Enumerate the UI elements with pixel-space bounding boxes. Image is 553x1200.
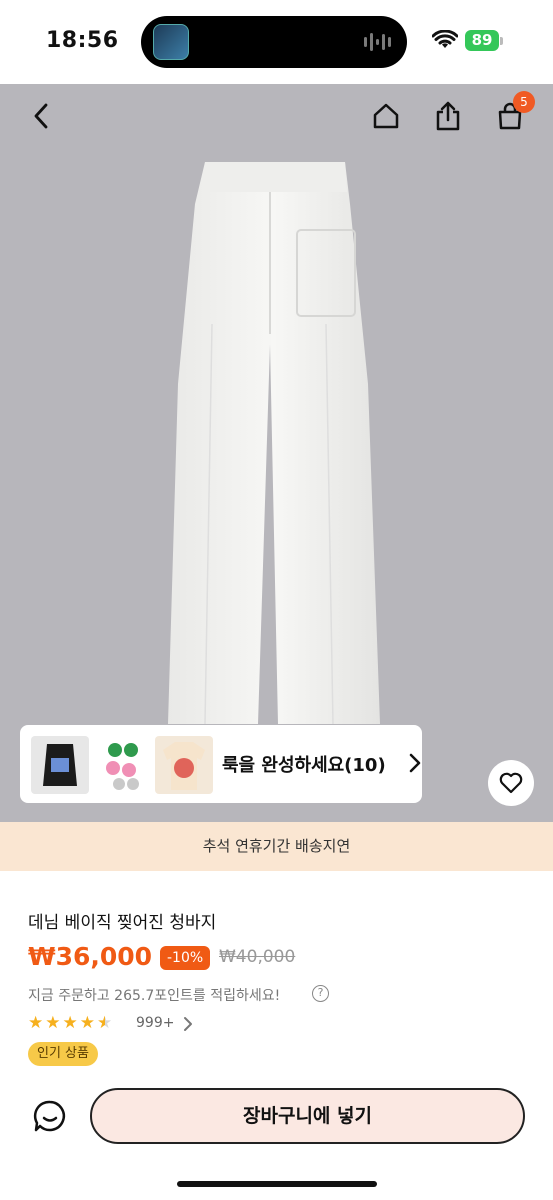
star-icon: ★ [45,1013,61,1033]
look-thumbnail-accessory[interactable] [93,736,151,794]
back-button[interactable] [22,96,62,136]
look-thumbnail-tshirt[interactable] [155,736,213,794]
star-icon: ★ [28,1013,44,1033]
home-indicator [177,1181,377,1187]
product-title: 데님 베이직 찢어진 청바지 [28,913,217,933]
audio-wave-icon [364,33,391,51]
points-info: 지금 주문하고 265.7포인트를 적립하세요! [28,988,281,1004]
add-to-cart-button[interactable]: 장바구니에 넣기 [90,1088,525,1144]
tshirt-image [163,742,205,790]
complete-look-card[interactable]: 룩을 완성하세요(10) [20,725,422,803]
back-icon [34,103,48,129]
home-button[interactable] [366,96,406,136]
review-count[interactable]: 999+ [136,1015,174,1031]
product-image[interactable] [0,84,553,822]
hair-clips-image [106,743,139,790]
heart-icon [499,772,523,794]
chevron-right-icon[interactable] [182,1015,194,1033]
original-price: ₩40,000 [219,947,296,967]
battery-indicator: 89 [465,30,499,51]
tank-top-image [43,744,77,786]
chevron-right-icon [409,753,421,773]
chat-button[interactable] [30,1096,70,1136]
star-icon: ★ [62,1013,78,1033]
product-photo-jeans [168,162,380,725]
share-button[interactable] [428,96,468,136]
wishlist-button[interactable] [488,760,534,806]
status-bar: 18:56 89 [0,0,553,84]
product-price: ₩36,000 [28,942,153,971]
complete-look-label: 룩을 완성하세요(10) [222,755,386,776]
status-time: 18:56 [46,28,119,53]
shipping-delay-notice: 추석 연휴기간 배송지연 [0,822,553,871]
rating-stars[interactable]: ★ ★ ★ ★ ★ [28,1013,112,1033]
share-icon [436,101,460,131]
dynamic-island [141,16,407,68]
chat-icon [33,1100,66,1132]
wifi-icon [432,30,458,48]
now-playing-artwork [153,24,189,60]
help-icon[interactable]: ? [312,985,329,1002]
star-icon: ★ [79,1013,95,1033]
star-half-icon: ★ [97,1013,113,1033]
popular-badge: 인기 상품 [28,1042,98,1066]
cart-count-badge: 5 [513,91,535,113]
discount-badge: -10% [160,946,211,970]
battery-tip [500,37,503,45]
look-thumbnail-top[interactable] [31,736,89,794]
home-icon [373,103,399,129]
